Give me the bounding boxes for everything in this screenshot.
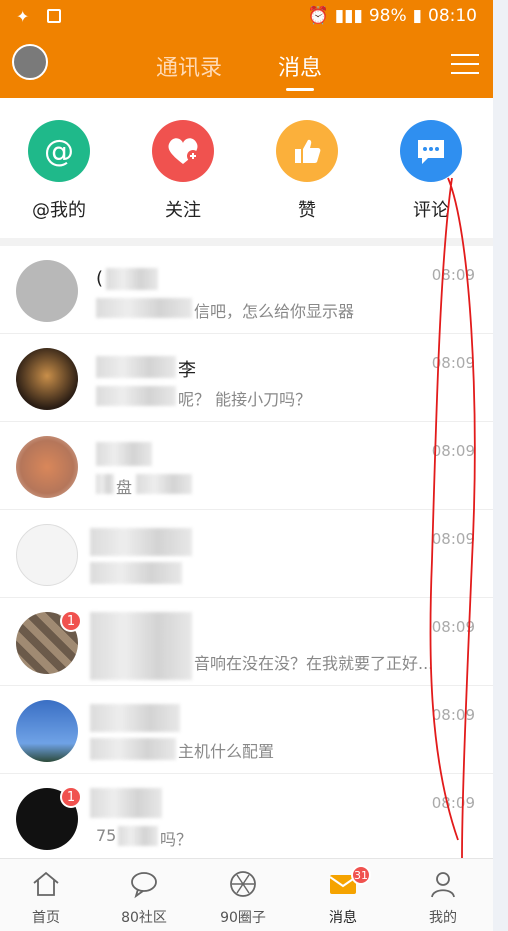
redacted-area [90,788,162,818]
notification-icon [47,9,62,23]
clock: 08:10 [428,6,477,26]
quick-action-label: 关注 [165,200,201,221]
redacted-area [96,442,152,466]
nav-me[interactable]: 我的 [403,869,483,927]
menu-icon[interactable] [451,52,479,76]
nav-90-circle[interactable]: 90圈子 [203,869,283,927]
conversation-row[interactable]: 李 呢？ 能接小刀吗？ 08:09 [0,334,493,422]
redacted-area [90,528,192,556]
message-time: 08:09 [431,354,475,372]
aperture-icon [230,871,256,897]
person-icon [431,872,455,898]
conversation-row[interactable]: 盘 08:09 [0,422,493,510]
nav-home[interactable]: 首页 [6,869,86,927]
message-time: 08:09 [431,442,475,460]
quick-action-comments[interactable]: 评论 [381,120,481,222]
contact-name: ( [96,268,104,289]
message-preview: 吗？ [160,830,193,849]
message-time: 08:09 [431,266,475,284]
conversation-row[interactable]: 08:09 [0,510,493,598]
profile-avatar[interactable] [12,44,48,80]
avatar [16,524,78,586]
thumbs-up-icon [276,120,338,182]
app-screen: ✦ ⏰ ▮▮▮ 98% ▮ 08:10 通讯录 消息 @ @我的 关注 赞 评论… [0,0,493,931]
conversation-row[interactable]: ( 信吧，怎么给你显示器 08:09 [0,246,493,334]
message-preview: 盘 [116,478,133,497]
avatar [16,436,78,498]
bottom-navigation: 首页 80社区 90圈子 31 消息 我的 [0,858,493,931]
conversation-list: ( 信吧，怎么给你显示器 08:09 李 呢？ 能接小刀吗？ 08:09 盘 0… [0,246,493,862]
battery-percent: 98% [368,6,407,26]
redacted-area [96,298,192,318]
avatar [16,700,78,762]
unread-count-badge: 31 [351,865,371,885]
redacted-area [96,474,114,494]
battery-icon: ▮ [412,6,422,26]
nav-label: 90圈子 [220,910,266,926]
redacted-area [118,826,158,846]
contact-name: 李 [178,360,196,381]
conversation-row[interactable]: 主机什么配置 08:09 [0,686,493,774]
redacted-area [106,268,158,290]
message-time: 08:09 [431,794,475,812]
quick-action-label: 评论 [413,200,449,221]
heart-plus-icon [152,120,214,182]
message-prefix: 75 [96,826,117,845]
top-bar: 通讯录 消息 [0,32,493,98]
conversation-row[interactable]: 1 音响在没在没？在我就要了正好... 08:09 [0,598,493,686]
nav-label: 我的 [429,910,457,926]
quick-actions: @ @我的 关注 赞 评论 [0,98,493,238]
avatar [16,348,78,410]
chat-icon [131,872,157,899]
message-preview: 音响在没在没？在我就要了正好... [194,654,434,673]
quick-action-label: @我的 [32,200,86,221]
message-time: 08:09 [431,530,475,548]
active-tab-indicator [286,88,314,91]
message-time: 08:09 [431,618,475,636]
redacted-area [96,356,176,378]
message-preview: 呢？ 能接小刀吗？ [178,390,312,409]
quick-action-likes[interactable]: 赞 [257,120,357,222]
quick-action-mentions[interactable]: @ @我的 [9,120,109,222]
tab-messages[interactable]: 消息 [278,50,322,82]
quick-action-label: 赞 [298,200,316,221]
unread-badge: 1 [60,786,82,808]
home-icon [33,871,59,896]
nav-label: 消息 [329,910,357,926]
tab-contacts[interactable]: 通讯录 [156,50,222,82]
avatar [16,260,78,322]
maple-leaf-icon: ✦ [16,6,30,26]
status-bar: ✦ ⏰ ▮▮▮ 98% ▮ 08:10 [0,0,493,32]
quick-action-follow[interactable]: 关注 [133,120,233,222]
conversation-row[interactable]: 1 75 吗？ 08:09 [0,774,493,862]
message-preview: 信吧，怎么给你显示器 [194,302,355,321]
signal-icon: ▮▮▮ [334,6,363,26]
redacted-area [90,612,192,680]
at-icon: @ [28,120,90,182]
nav-label: 首页 [32,910,60,926]
redacted-area [136,474,192,494]
redacted-area [90,704,180,732]
redacted-area [90,562,182,584]
nav-messages[interactable]: 31 消息 [303,865,383,927]
redacted-area [96,386,176,406]
background-strip [493,0,508,931]
unread-badge: 1 [60,610,82,632]
message-time: 08:09 [431,706,475,724]
divider [0,238,493,246]
alarm-icon: ⏰ [307,6,329,26]
nav-label: 80社区 [121,910,167,926]
redacted-area [90,738,176,760]
nav-80-community[interactable]: 80社区 [104,869,184,927]
chat-bubble-icon [400,120,462,182]
message-preview: 主机什么配置 [178,742,275,761]
